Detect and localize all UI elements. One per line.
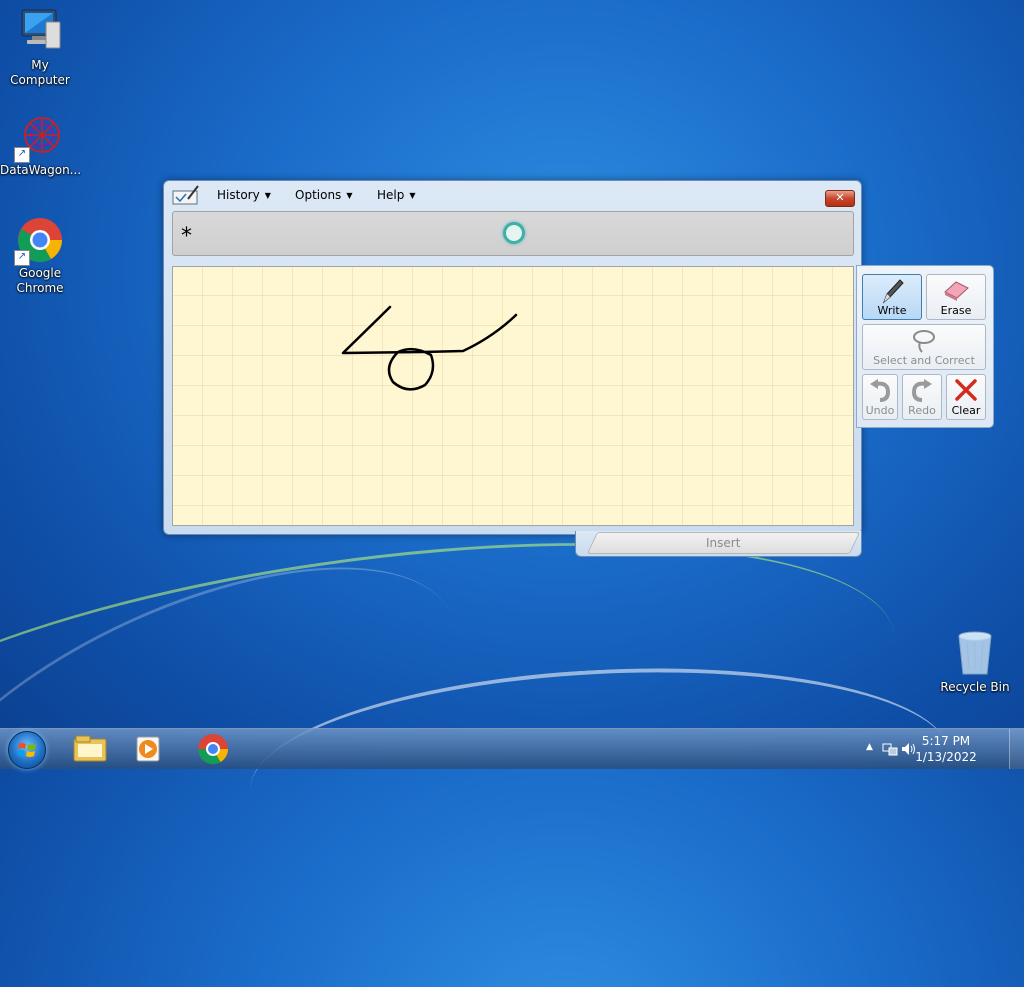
write-button[interactable]: Write <box>862 274 922 320</box>
undo-icon <box>870 379 891 402</box>
writing-canvas[interactable] <box>172 266 854 526</box>
recognition-preview: * <box>172 211 854 256</box>
clock-time: 5:17 PM <box>921 734 971 748</box>
chevron-down-icon: ▼ <box>264 191 271 200</box>
datawagon-icon: ↗ <box>14 113 64 163</box>
chevron-down-icon: ▼ <box>409 191 416 200</box>
menu-history[interactable]: History ▼ <box>217 188 271 202</box>
taskbar-chrome[interactable] <box>187 732 239 766</box>
system-tray: ▲ 5:17 PM 1/13/2022 <box>834 729 1024 769</box>
clear-x-icon <box>955 379 977 401</box>
windows-logo-icon <box>17 743 36 757</box>
show-desktop-button[interactable] <box>1009 729 1024 769</box>
clear-button[interactable]: Clear <box>946 374 986 420</box>
tool-panel: Write Erase Select and Correct Undo Redo <box>856 265 994 428</box>
desktop-icon-recycle-bin[interactable]: Recycle Bin <box>935 630 1015 695</box>
loading-spinner-icon <box>503 222 525 244</box>
desktop-icon-my-computer[interactable]: My Computer <box>0 8 80 88</box>
insert-button[interactable]: Insert <box>586 532 861 554</box>
chrome-icon <box>198 734 228 765</box>
ink-input-window: History ▼ Options ▼ Help ▼ ✕ * <box>163 180 862 535</box>
recycle-bin-icon <box>951 630 999 678</box>
start-button[interactable] <box>8 731 46 769</box>
clock-date: 1/13/2022 <box>915 750 977 764</box>
pen-icon <box>882 279 904 304</box>
undo-button[interactable]: Undo <box>862 374 898 420</box>
eraser-icon <box>944 281 969 301</box>
explorer-icon <box>73 735 107 762</box>
tray-expand-icon[interactable]: ▲ <box>866 742 873 752</box>
close-button[interactable]: ✕ <box>825 190 855 207</box>
computer-icon <box>16 8 64 56</box>
redo-button[interactable]: Redo <box>902 374 942 420</box>
network-icon[interactable] <box>882 741 898 757</box>
desktop-icon-datawagon[interactable]: ↗ DataWagon... <box>0 113 82 178</box>
chevron-down-icon: ▼ <box>346 191 353 200</box>
taskbar-explorer[interactable] <box>64 732 116 766</box>
select-and-correct-button[interactable]: Select and Correct <box>862 324 986 370</box>
lasso-icon <box>913 330 935 353</box>
shortcut-arrow-icon: ↗ <box>14 250 30 266</box>
desktop-icon-label: Recycle Bin <box>940 680 1010 694</box>
desktop-icon-label: Google Chrome <box>16 266 64 295</box>
clock[interactable]: 5:17 PM 1/13/2022 <box>911 733 981 765</box>
app-icon <box>172 185 200 205</box>
preview-text: * <box>181 224 192 249</box>
menu-options[interactable]: Options ▼ <box>295 188 352 202</box>
desktop-icon-label: My Computer <box>10 58 70 87</box>
desktop-icon-google-chrome[interactable]: ↗ Google Chrome <box>0 216 80 296</box>
menu-bar: History ▼ Options ▼ Help ▼ ✕ <box>164 181 861 209</box>
menu-help[interactable]: Help ▼ <box>377 188 416 202</box>
erase-button[interactable]: Erase <box>926 274 986 320</box>
ink-strokes <box>341 305 518 391</box>
shortcut-arrow-icon: ↗ <box>14 147 30 163</box>
taskbar-media-player[interactable] <box>122 732 174 766</box>
taskbar: ▲ 5:17 PM 1/13/2022 <box>0 728 1024 769</box>
redo-icon <box>911 379 932 402</box>
chrome-icon: ↗ <box>14 216 64 266</box>
media-player-icon <box>136 736 160 762</box>
desktop-icon-label: DataWagon... <box>0 163 82 177</box>
